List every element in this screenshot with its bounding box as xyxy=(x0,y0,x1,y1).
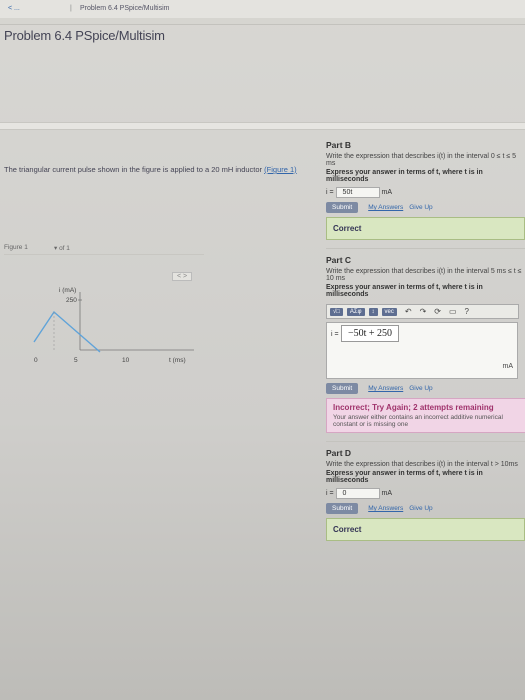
x-tick-10: 10 xyxy=(122,357,130,364)
undo-icon[interactable]: ↶ xyxy=(405,307,412,316)
templates-button[interactable]: √□ xyxy=(330,307,343,316)
part-d-answer-prefix: i = xyxy=(326,490,334,497)
separator xyxy=(326,441,525,442)
part-d-answer-unit: mA xyxy=(381,490,393,497)
part-c-my-answers-link[interactable]: My Answers xyxy=(368,385,403,392)
part-c-feedback: Incorrect; Try Again; 2 attempts remaini… xyxy=(326,398,525,433)
breadcrumb-back-link[interactable]: < ... xyxy=(8,0,20,18)
part-d-instructions: Express your answer in terms of t, where… xyxy=(326,470,483,484)
breadcrumb-bar: < ... | Problem 6.4 PSpice/Multisim xyxy=(0,0,525,19)
current-pulse xyxy=(33,310,101,353)
part-d: Part D Write the expression that describ… xyxy=(326,448,525,541)
part-c-answer-input[interactable]: −50t + 250 xyxy=(341,325,400,342)
part-d-submit-button[interactable]: Submit xyxy=(326,503,359,514)
part-c-instructions: Express your answer in terms of t, where… xyxy=(326,284,483,298)
part-d-give-up-link[interactable]: Give Up xyxy=(409,505,432,512)
part-b-result: Correct xyxy=(326,217,525,240)
part-c-give-up-link[interactable]: Give Up xyxy=(409,385,432,392)
part-c-feedback-title: Incorrect; Try Again; 2 attempts remaini… xyxy=(333,403,494,412)
part-d-answer-line: i = 0 mA xyxy=(326,488,525,499)
part-b: Part B Write the expression that describ… xyxy=(326,140,525,240)
part-b-my-answers-link[interactable]: My Answers xyxy=(368,204,403,211)
figure-label: Figure 1 xyxy=(4,244,28,251)
part-d-desc: Write the expression that describes i(t)… xyxy=(326,461,518,468)
part-d-buttons: Submit My Answers Give Up xyxy=(326,503,525,514)
part-c-feedback-msg: Your answer either contains an incorrect… xyxy=(333,414,503,428)
figure-select[interactable]: ▾ of 1 xyxy=(54,244,70,252)
part-b-submit-button[interactable]: Submit xyxy=(326,202,359,213)
keyboard-icon[interactable]: ▭ xyxy=(449,307,457,316)
figure-nav-buttons[interactable]: < > xyxy=(172,272,193,281)
part-c-equation-area: i = −50t + 250 mA xyxy=(326,322,518,379)
part-c-submit-button[interactable]: Submit xyxy=(326,383,359,394)
vec-button[interactable]: vec xyxy=(381,307,397,316)
redo-icon[interactable]: ↷ xyxy=(420,307,427,316)
part-c-answer-unit: mA xyxy=(502,363,514,370)
header-band xyxy=(0,18,525,25)
brackets-button[interactable]: ↕ xyxy=(368,307,378,316)
part-c-buttons: Submit My Answers Give Up xyxy=(326,383,525,394)
x-axis-label: t (ms) xyxy=(169,357,186,364)
part-c: Part C Write the expression that describ… xyxy=(326,255,525,433)
reset-icon[interactable]: ⟳ xyxy=(434,307,441,316)
breadcrumb-current: Problem 6.4 PSpice/Multisim xyxy=(80,5,170,12)
page-title: Problem 6.4 PSpice/Multisim xyxy=(4,28,165,43)
y-axis-label: i (mA) xyxy=(59,287,76,294)
help-icon[interactable]: ? xyxy=(465,307,469,316)
part-d-title: Part D xyxy=(326,448,352,458)
part-c-desc: Write the expression that describes i(t)… xyxy=(326,268,522,282)
breadcrumb-separator: | xyxy=(70,5,72,12)
part-c-answer-prefix: i = xyxy=(331,331,339,338)
intro-text: The triangular current pulse shown in th… xyxy=(4,165,263,174)
part-b-answer-line: i = 50t mA xyxy=(326,187,525,198)
part-b-instructions: Express your answer in terms of t, where… xyxy=(326,169,483,183)
equation-toolbar: √□ AΣφ ↕ vec ↶ ↷ ⟳ ▭ ? xyxy=(326,304,519,319)
screen: < ... | Problem 6.4 PSpice/Multisim Prob… xyxy=(0,0,525,700)
part-b-give-up-link[interactable]: Give Up xyxy=(409,204,432,211)
section-divider xyxy=(0,122,525,130)
part-b-answer-unit: mA xyxy=(381,189,393,196)
part-d-result: Correct xyxy=(326,518,525,541)
part-b-answer-input[interactable]: 50t xyxy=(335,187,380,198)
part-b-desc: Write the expression that describes i(t)… xyxy=(326,153,517,167)
y-tick-label: 250 xyxy=(66,297,77,304)
part-d-answer-input[interactable]: 0 xyxy=(335,488,380,499)
part-b-title: Part B xyxy=(326,140,352,150)
separator xyxy=(326,248,525,249)
problem-intro: The triangular current pulse shown in th… xyxy=(4,165,304,174)
figure-link[interactable]: (Figure 1) xyxy=(264,165,297,174)
part-b-buttons: Submit My Answers Give Up xyxy=(326,202,525,213)
part-d-my-answers-link[interactable]: My Answers xyxy=(368,505,403,512)
greek-button[interactable]: AΣφ xyxy=(346,307,365,316)
part-c-title: Part C xyxy=(326,255,352,265)
x-tick-0: 0 xyxy=(34,357,38,364)
x-tick-5: 5 xyxy=(74,357,78,364)
part-b-answer-prefix: i = xyxy=(326,189,334,196)
parts-column: Part B Write the expression that describ… xyxy=(326,140,525,549)
